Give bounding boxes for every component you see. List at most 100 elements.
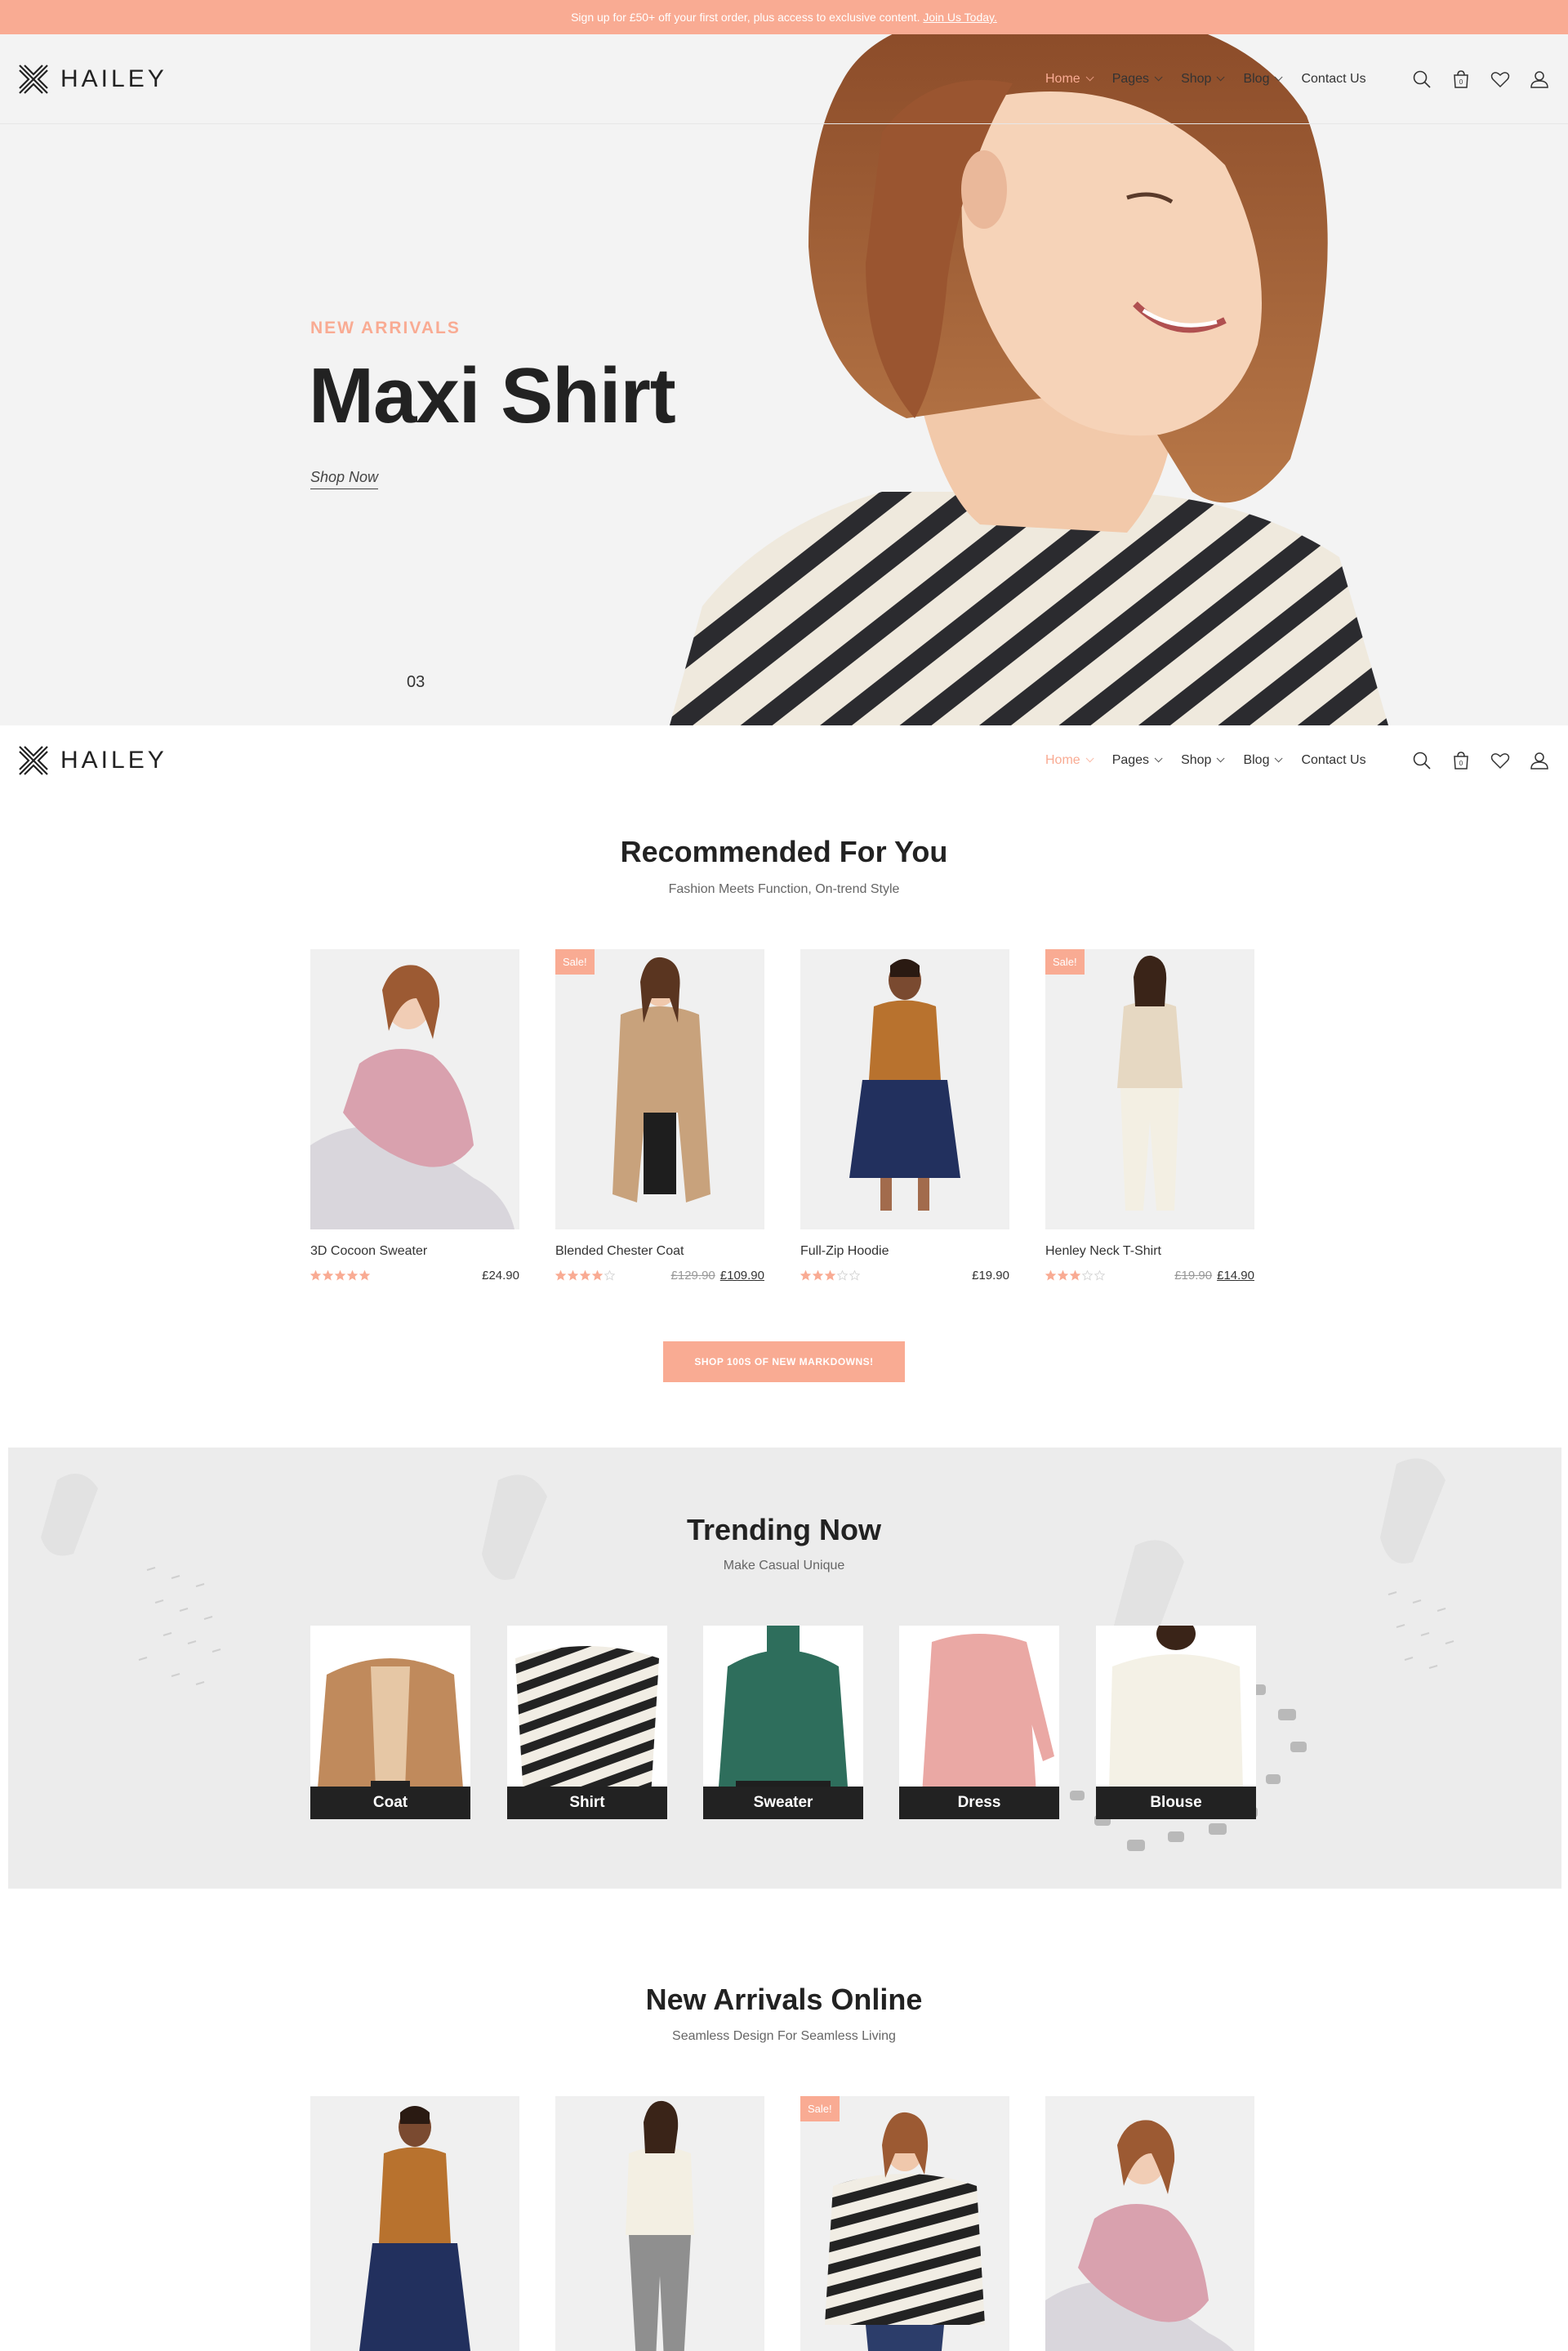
rating-stars xyxy=(1045,1270,1105,1281)
trending-title: Trending Now xyxy=(687,1513,881,1546)
nav-shop[interactable]: Shop xyxy=(1181,72,1226,87)
product-image[interactable]: Sale! xyxy=(800,2096,1009,2351)
star-filled-icon xyxy=(568,1270,578,1281)
search-icon[interactable] xyxy=(1411,69,1432,90)
decorative-dot xyxy=(1168,1831,1184,1842)
category-label: Shirt xyxy=(507,1787,667,1819)
nav-home[interactable]: Home xyxy=(1045,752,1094,768)
star-filled-icon xyxy=(1058,1270,1068,1281)
wishlist-heart-icon[interactable] xyxy=(1490,750,1511,771)
nav-home-label: Home xyxy=(1045,71,1080,86)
product-name[interactable]: 3D Cocoon Sweater xyxy=(310,1244,519,1259)
nav-pages[interactable]: Pages xyxy=(1111,71,1163,87)
nav-shop[interactable]: Shop xyxy=(1181,752,1226,768)
product-card[interactable]: Sale! xyxy=(800,2096,1009,2351)
nav-contact-label: Contact Us xyxy=(1301,752,1366,767)
recommended-title: Recommended For You xyxy=(620,835,948,868)
hero-title: Maxi Shirt xyxy=(309,352,676,439)
hero-model-image xyxy=(670,34,1388,725)
product-photo xyxy=(1045,949,1254,1229)
star-filled-icon xyxy=(813,1270,823,1281)
product-card[interactable] xyxy=(1045,2096,1254,2351)
chevron-down-icon xyxy=(1275,754,1284,763)
nav-home[interactable]: Home xyxy=(1045,71,1094,87)
logo-mark-icon xyxy=(19,745,48,775)
rating-stars xyxy=(800,1270,860,1281)
category-card-dress[interactable]: Dress xyxy=(899,1626,1059,1819)
price-current: £24.90 xyxy=(482,1269,519,1283)
product-image[interactable] xyxy=(1045,2096,1254,2351)
header-icons: 0 xyxy=(1411,69,1550,90)
sale-badge: Sale! xyxy=(555,949,595,975)
nav-home-label: Home xyxy=(1045,752,1080,767)
product-card[interactable] xyxy=(555,2096,764,2351)
cart-icon[interactable]: 0 xyxy=(1450,69,1472,90)
product-name[interactable]: Blended Chester Coat xyxy=(555,1244,764,1259)
nav-pages-label: Pages xyxy=(1111,71,1150,86)
product-image[interactable]: Sale! xyxy=(555,949,764,1229)
category-card-coat[interactable]: Coat xyxy=(310,1626,470,1819)
category-card-shirt[interactable]: Shirt xyxy=(507,1626,667,1819)
product-image[interactable] xyxy=(310,949,519,1229)
product-photo xyxy=(1045,2096,1254,2351)
wishlist-heart-icon[interactable] xyxy=(1490,69,1511,90)
star-filled-icon xyxy=(310,1270,321,1281)
category-card-sweater[interactable]: Sweater xyxy=(703,1626,863,1819)
product-image[interactable] xyxy=(800,949,1009,1229)
product-card[interactable]: 3D Cocoon Sweater £24.90 xyxy=(310,949,519,1283)
nav-blog[interactable]: Blog xyxy=(1243,72,1284,87)
nav-shop-label: Shop xyxy=(1181,752,1212,767)
product-image[interactable] xyxy=(555,2096,764,2351)
hero-shop-now-link[interactable]: Shop Now xyxy=(310,469,379,489)
decorative-dot xyxy=(1266,1774,1281,1784)
product-card[interactable]: Sale! Blended Chester Coat £129.90 £109.9… xyxy=(555,949,764,1283)
category-label: Coat xyxy=(310,1787,470,1819)
star-empty-icon xyxy=(1094,1270,1105,1281)
slide-counter: 03 xyxy=(407,673,425,691)
hero-banner: NEW ARRIVALS Maxi Shirt Shop Now xyxy=(0,34,1568,725)
cart-icon[interactable]: 0 xyxy=(1450,750,1472,771)
product-price: £129.90 £109.90 xyxy=(671,1269,764,1283)
brand-name: HAILEY xyxy=(60,746,167,774)
category-label: Dress xyxy=(899,1787,1059,1819)
nav-contact[interactable]: Contact Us xyxy=(1301,72,1365,87)
price-current: £14.90 xyxy=(1217,1269,1254,1283)
price-old: £19.90 xyxy=(1174,1269,1213,1283)
cart-count: 0 xyxy=(1459,78,1463,86)
shop-markdowns-button[interactable]: SHOP 100S OF NEW MARKDOWNS! xyxy=(663,1341,905,1382)
product-photo xyxy=(555,2096,764,2351)
logo[interactable]: HAILEY xyxy=(16,62,167,96)
category-card-blouse[interactable]: Blouse xyxy=(1096,1626,1256,1819)
join-link[interactable]: Join Us Today. xyxy=(923,11,997,24)
user-account-icon[interactable] xyxy=(1529,69,1550,90)
product-image[interactable]: Sale! xyxy=(1045,949,1254,1229)
price-old: £129.90 xyxy=(670,1269,715,1283)
star-empty-icon xyxy=(849,1270,860,1281)
announcement-text: Sign up for £50+ off your first order, p… xyxy=(571,11,920,24)
chevron-down-icon xyxy=(1085,754,1094,763)
star-filled-icon xyxy=(800,1270,811,1281)
brand-name: HAILEY xyxy=(60,65,167,92)
logo-mark-icon xyxy=(19,64,48,94)
logo[interactable]: HAILEY xyxy=(16,743,167,778)
product-card[interactable]: Full-Zip Hoodie £19.90 xyxy=(800,949,1009,1283)
chevron-down-icon xyxy=(1275,73,1284,82)
product-card[interactable] xyxy=(310,2096,519,2351)
product-name[interactable]: Henley Neck T-Shirt xyxy=(1045,1244,1254,1259)
star-filled-icon xyxy=(555,1270,566,1281)
star-filled-icon xyxy=(1045,1270,1056,1281)
star-filled-icon xyxy=(335,1270,345,1281)
nav-contact[interactable]: Contact Us xyxy=(1301,753,1365,768)
trending-subtitle: Make Casual Unique xyxy=(723,1559,845,1573)
product-name[interactable]: Full-Zip Hoodie xyxy=(800,1244,1009,1259)
nav-pages[interactable]: Pages xyxy=(1112,753,1163,768)
product-card[interactable]: Sale! Henley Neck T-Shirt £19.90 £14.90 xyxy=(1045,949,1254,1283)
product-image[interactable] xyxy=(310,2096,519,2351)
star-filled-icon xyxy=(347,1270,358,1281)
user-account-icon[interactable] xyxy=(1529,750,1550,771)
nav-blog[interactable]: Blog xyxy=(1243,753,1284,768)
decorative-dot xyxy=(1278,1709,1296,1720)
search-icon[interactable] xyxy=(1411,750,1432,771)
star-empty-icon xyxy=(1082,1270,1093,1281)
product-photo xyxy=(555,949,764,1229)
